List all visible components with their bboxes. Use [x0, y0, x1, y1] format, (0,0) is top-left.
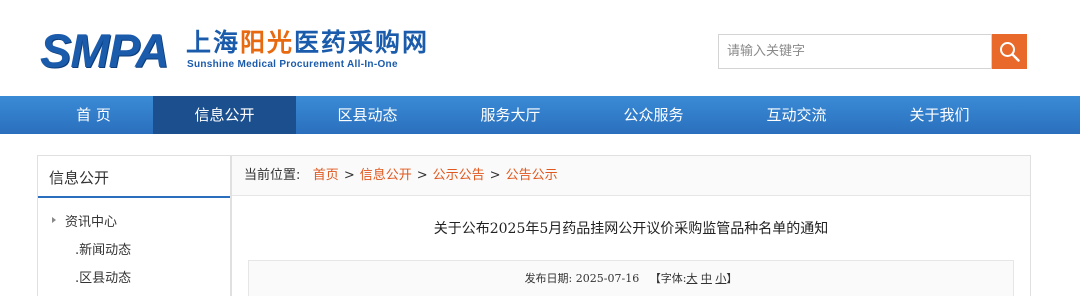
breadcrumb-separator: > [489, 168, 501, 183]
search-button[interactable] [992, 34, 1027, 69]
logo-cn-suffix: 医药采购网 [294, 28, 430, 57]
breadcrumb: 当前位置: 首页 > 信息公开 > 公示公告 > 公告公示 [232, 156, 1030, 196]
site-header: SMPA 上海阳光医药采购网 Sunshine Medical Procurem… [0, 0, 1080, 96]
breadcrumb-home[interactable]: 首页 [313, 168, 339, 183]
font-size-medium-link[interactable]: 中 [701, 272, 712, 285]
article-meta: 发布日期: 2025-07-16 【字体:大 中 小】 [248, 260, 1014, 296]
search-icon [1000, 42, 1020, 62]
sidebar-title: 信息公开 [38, 156, 230, 198]
font-size-large-link[interactable]: 大 [686, 272, 697, 285]
logo-abbreviation: SMPA [40, 24, 169, 77]
sidebar-item-district-news[interactable]: .区县动态 [75, 267, 131, 286]
sidebar-item-news[interactable]: .新闻动态 [75, 239, 131, 258]
logo-cn-prefix: 上海 [186, 28, 241, 57]
sidebar: 信息公开 资讯中心 .新闻动态 .区县动态 [37, 155, 231, 296]
breadcrumb-separator: > [416, 168, 428, 183]
breadcrumb-info-disclosure[interactable]: 信息公开 [360, 168, 412, 183]
logo-chinese-name: 上海阳光医药采购网 [186, 28, 429, 58]
sidebar-item-news-center[interactable]: 资讯中心 [65, 211, 117, 230]
nav-item-service-hall[interactable]: 服务大厅 [439, 96, 582, 134]
publish-date-label: 发布日期: [524, 272, 573, 285]
font-size-small-link[interactable]: 小 [715, 272, 726, 285]
breadcrumb-notice[interactable]: 公告公示 [506, 168, 558, 183]
nav-item-public-services[interactable]: 公众服务 [582, 96, 725, 134]
publish-date: 2025-07-16 [575, 272, 640, 285]
breadcrumb-prefix: 当前位置: [244, 168, 301, 183]
font-size-open: 【字体: [649, 272, 687, 285]
main-content: 当前位置: 首页 > 信息公开 > 公示公告 > 公告公示 关于公布2025年5月药品挂网公… [231, 155, 1031, 296]
nav-item-about-us[interactable]: 关于我们 [868, 96, 1011, 134]
nav-item-interaction[interactable]: 互动交流 [725, 96, 868, 134]
breadcrumb-separator: > [343, 168, 355, 183]
caret-right-icon [52, 217, 56, 223]
font-size-close: 】 [726, 272, 738, 285]
nav-item-district-news[interactable]: 区县动态 [296, 96, 439, 134]
article-title: 关于公布2025年5月药品挂网公开议价采购监管品种名单的通知 [433, 221, 829, 237]
breadcrumb-announcements[interactable]: 公示公告 [433, 168, 485, 183]
logo-cn-accent: 阳光 [240, 28, 295, 57]
main-nav: 首 页 信息公开 区县动态 服务大厅 公众服务 互动交流 关于我们 [0, 96, 1080, 134]
nav-item-info-disclosure[interactable]: 信息公开 [153, 96, 296, 134]
nav-item-home[interactable]: 首 页 [22, 96, 165, 134]
logo-english-name: Sunshine Medical Procurement All-In-One [187, 59, 398, 70]
search-input[interactable] [718, 34, 992, 69]
site-logo[interactable]: SMPA 上海阳光医药采购网 Sunshine Medical Procurem… [40, 26, 460, 78]
